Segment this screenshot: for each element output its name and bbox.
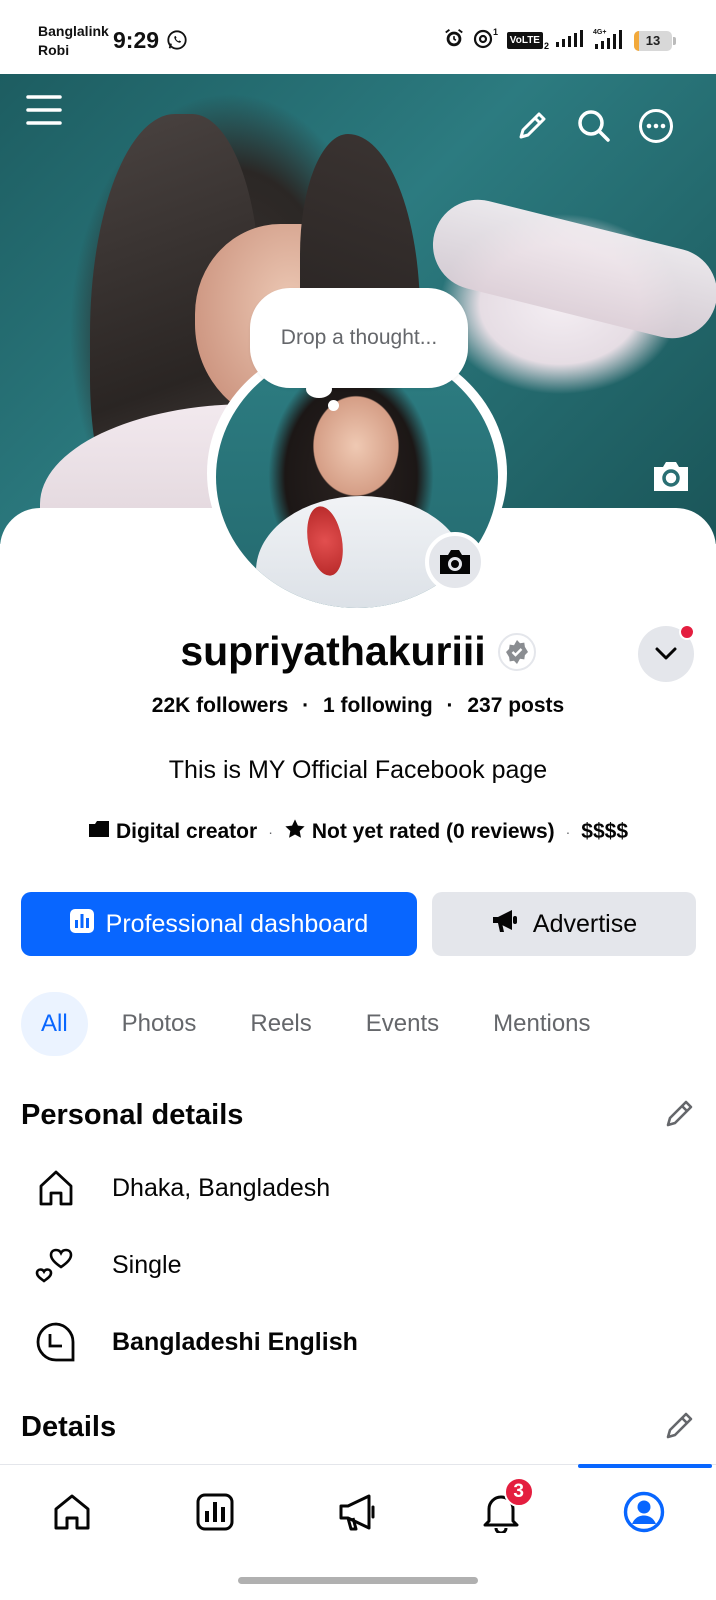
dashboard-icon	[69, 908, 94, 940]
nav-ads[interactable]	[286, 1465, 429, 1558]
megaphone-icon	[491, 908, 519, 941]
nav-profile[interactable]	[573, 1465, 716, 1558]
stats-separator: ·	[302, 694, 310, 717]
alarm-icon	[443, 27, 465, 54]
bottom-navigation: 3	[0, 1464, 716, 1558]
pencil-icon[interactable]	[512, 106, 552, 146]
carrier-names: Banglalink Robi	[38, 22, 109, 60]
profile-rating[interactable]: Not yet rated (0 reviews)	[312, 820, 555, 844]
cover-camera-icon[interactable]	[648, 456, 694, 496]
edit-personal-details-icon[interactable]	[663, 1096, 697, 1135]
svg-text:4G+: 4G+	[593, 29, 606, 36]
language-icon	[34, 1320, 78, 1364]
avatar-camera-icon[interactable]	[425, 532, 485, 592]
nav-notifications[interactable]: 3	[430, 1465, 573, 1558]
search-icon[interactable]	[574, 106, 614, 146]
verified-badge-icon[interactable]	[497, 632, 536, 671]
profile-category: Digital creator	[115, 820, 258, 843]
status-bar: Banglalink Robi 9:29 1 VoLTE 2 4G+ 13	[0, 0, 716, 74]
signal-4g-icon: 4G+	[593, 27, 627, 54]
meta-separator: ·	[268, 824, 273, 840]
more-icon[interactable]	[636, 106, 676, 146]
category-icon	[88, 820, 110, 844]
meta-separator: ·	[565, 824, 571, 840]
home-icon	[34, 1166, 78, 1210]
name-row: supriyathakuriii	[0, 628, 716, 675]
detail-location: Dhaka, Bangladesh	[34, 1166, 330, 1210]
detail-relationship-text: Single	[112, 1250, 182, 1279]
clock: 9:29	[113, 27, 160, 53]
nav-dashboard[interactable]	[143, 1465, 286, 1558]
edit-details-icon[interactable]	[663, 1408, 697, 1447]
notification-badge: 3	[503, 1477, 534, 1507]
profile-icon	[624, 1491, 665, 1532]
status-icons: 1 VoLTE 2 4G+ 13	[443, 27, 676, 54]
nav-home[interactable]	[0, 1465, 143, 1558]
tab-events[interactable]: Events	[346, 992, 459, 1056]
svg-text:1: 1	[493, 27, 498, 37]
star-icon	[284, 818, 306, 846]
thought-tail	[306, 380, 332, 398]
tab-reels[interactable]: Reels	[230, 992, 331, 1056]
carrier-1: Banglalink	[38, 23, 109, 39]
detail-location-text: Dhaka, Bangladesh	[112, 1173, 331, 1202]
stats-separator: ·	[446, 694, 454, 717]
detail-relationship: Single	[34, 1243, 182, 1287]
detail-language-text: Bangladeshi English	[112, 1327, 358, 1356]
profile-meta: Digital creator · Not yet rated (0 revie…	[0, 818, 716, 846]
posts-count[interactable]: 237 posts	[467, 694, 564, 717]
personal-details-title: Personal details	[21, 1099, 244, 1131]
home-icon	[54, 1494, 90, 1529]
home-indicator[interactable]	[238, 1577, 478, 1584]
signal-icon	[556, 29, 586, 52]
thought-tail-small	[328, 400, 339, 411]
thought-bubble[interactable]: Drop a thought...	[250, 288, 468, 388]
chevron-down-icon	[655, 647, 677, 660]
details-title: Details	[21, 1411, 117, 1443]
whatsapp-icon	[166, 29, 188, 56]
content-tabs: All Photos Reels Events Mentions	[21, 992, 625, 1056]
megaphone-icon	[339, 1494, 375, 1530]
tab-photos[interactable]: Photos	[102, 992, 217, 1056]
details-header: Details	[21, 1408, 697, 1447]
dashboard-icon	[196, 1493, 234, 1530]
profile-stats: 22K followers · 1 following · 237 posts	[0, 694, 716, 718]
battery-indicator: 13	[634, 30, 672, 51]
battery-tip	[673, 36, 676, 45]
notification-dot	[679, 624, 695, 640]
hotspot-icon: 1	[472, 27, 500, 54]
following-count[interactable]: 1 following	[323, 694, 433, 717]
profile-name: supriyathakuriii	[180, 628, 486, 674]
tab-all[interactable]: All	[21, 992, 88, 1056]
followers-count[interactable]: 22K followers	[152, 694, 289, 717]
professional-dashboard-label: Professional dashboard	[105, 909, 369, 938]
carrier-2: Robi	[38, 42, 70, 58]
professional-dashboard-button[interactable]: Professional dashboard	[21, 892, 417, 956]
advertise-button[interactable]: Advertise	[432, 892, 696, 956]
profile-bio: This is MY Official Facebook page	[168, 756, 548, 784]
action-buttons: Professional dashboard Advertise	[21, 892, 696, 956]
detail-language: Bangladeshi English	[34, 1320, 358, 1364]
personal-details-header: Personal details	[21, 1096, 697, 1135]
profile-price: $$$$	[581, 820, 629, 843]
sim2-label: 2	[543, 40, 549, 51]
menu-icon[interactable]	[24, 90, 64, 130]
tab-mentions[interactable]: Mentions	[473, 992, 610, 1056]
thought-placeholder: Drop a thought...	[280, 326, 438, 349]
battery-level: 13	[645, 33, 661, 48]
volte-badge: VoLTE	[506, 32, 543, 49]
advertise-label: Advertise	[532, 909, 638, 938]
hearts-icon	[34, 1243, 78, 1287]
